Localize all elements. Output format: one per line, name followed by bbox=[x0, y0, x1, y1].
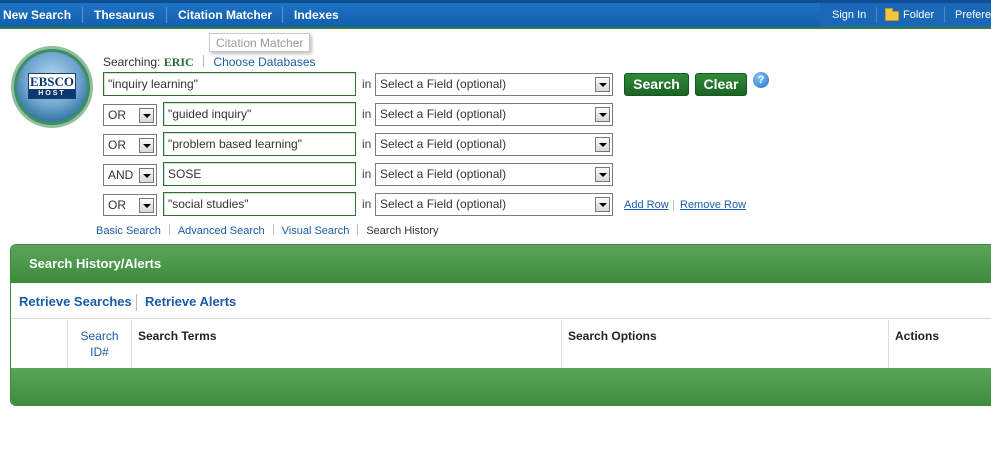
nav-divider bbox=[876, 7, 877, 23]
boolean-select-value: OR bbox=[108, 138, 126, 152]
divider bbox=[357, 224, 359, 235]
boolean-select-4[interactable]: AND bbox=[103, 164, 157, 186]
help-icon[interactable]: ? bbox=[753, 72, 769, 88]
nav-divider bbox=[82, 7, 83, 23]
ebscohost-logo[interactable]: EBSCO HOST bbox=[11, 46, 93, 128]
select-column-header bbox=[11, 320, 68, 368]
preferences-link[interactable]: Prefere bbox=[955, 3, 991, 27]
nav-thesaurus[interactable]: Thesaurus bbox=[94, 3, 155, 27]
remove-row-link[interactable]: Remove Row bbox=[680, 199, 746, 211]
in-label: in bbox=[362, 107, 372, 121]
chevron-down-icon[interactable] bbox=[595, 107, 610, 122]
history-table-header: Search ID# Search Terms Search Options A… bbox=[11, 320, 991, 368]
boolean-select-5[interactable]: OR bbox=[103, 194, 157, 216]
panel-footer bbox=[11, 368, 991, 405]
in-label: in bbox=[362, 77, 372, 91]
chevron-down-icon[interactable] bbox=[139, 168, 154, 183]
field-select-2[interactable]: Select a Field (optional) bbox=[375, 103, 613, 126]
retrieve-alerts-link[interactable]: Retrieve Alerts bbox=[145, 294, 236, 309]
divider bbox=[168, 224, 170, 235]
field-select-value: Select a Field (optional) bbox=[380, 197, 507, 211]
nav-new-search[interactable]: New Search bbox=[3, 3, 71, 27]
nav-divider bbox=[166, 7, 167, 23]
field-select-3[interactable]: Select a Field (optional) bbox=[375, 133, 613, 156]
tab-basic-search[interactable]: Basic Search bbox=[96, 225, 161, 237]
divider bbox=[272, 224, 274, 235]
citation-matcher-tooltip: Citation Matcher bbox=[209, 33, 311, 52]
search-term-input-2[interactable]: "guided inquiry" bbox=[163, 102, 356, 126]
folder-icon[interactable] bbox=[885, 8, 899, 21]
field-select-value: Select a Field (optional) bbox=[380, 107, 507, 121]
boolean-select-2[interactable]: OR bbox=[103, 104, 157, 126]
boolean-select-value: OR bbox=[108, 108, 126, 122]
clear-button[interactable]: Clear bbox=[695, 73, 747, 96]
chevron-down-icon[interactable] bbox=[139, 198, 154, 213]
search-id-column-header[interactable]: Search ID# bbox=[68, 320, 132, 368]
logo-plate: EBSCO HOST bbox=[28, 73, 76, 99]
history-actions-bar: Retrieve Searches Retrieve Alerts bbox=[11, 283, 991, 319]
searching-label: Searching: bbox=[103, 55, 161, 69]
searching-info: Searching: ERIC Choose Databases bbox=[103, 55, 316, 70]
chevron-down-icon[interactable] bbox=[595, 77, 610, 92]
database-name: ERIC bbox=[163, 55, 194, 69]
tab-visual-search[interactable]: Visual Search bbox=[282, 225, 350, 237]
search-mode-tabs: Basic Search Advanced Search Visual Search… bbox=[96, 224, 438, 237]
field-select-value: Select a Field (optional) bbox=[380, 77, 507, 91]
search-term-input-4[interactable]: SOSE bbox=[163, 162, 356, 186]
chevron-down-icon[interactable] bbox=[139, 108, 154, 123]
nav-citation-matcher[interactable]: Citation Matcher bbox=[178, 3, 272, 27]
tab-search-history[interactable]: Search History bbox=[366, 225, 438, 237]
field-select-1[interactable]: Select a Field (optional) bbox=[375, 73, 613, 96]
search-button[interactable]: Search bbox=[624, 73, 689, 96]
divider bbox=[136, 294, 137, 311]
actions-column-header: Actions bbox=[895, 329, 940, 343]
search-term-input-1[interactable]: "inquiry learning" bbox=[103, 72, 356, 96]
logo-text: EBSCO bbox=[29, 74, 75, 89]
chevron-down-icon[interactable] bbox=[595, 197, 610, 212]
chevron-down-icon[interactable] bbox=[595, 167, 610, 182]
search-options-column-header: Search Options bbox=[562, 320, 889, 368]
choose-databases-link[interactable]: Choose Databases bbox=[213, 55, 315, 69]
boolean-select-value: AND bbox=[108, 168, 134, 182]
sign-in-link[interactable]: Sign In bbox=[832, 3, 866, 27]
nav-divider bbox=[944, 7, 945, 23]
retrieve-searches-link[interactable]: Retrieve Searches bbox=[19, 294, 132, 309]
search-history-panel: Search History/Alerts Retrieve Searches … bbox=[10, 244, 991, 406]
in-label: in bbox=[362, 167, 372, 181]
chevron-down-icon[interactable] bbox=[595, 137, 610, 152]
field-select-value: Select a Field (optional) bbox=[380, 167, 507, 181]
in-label: in bbox=[362, 197, 372, 211]
panel-title: Search History/Alerts bbox=[11, 245, 991, 283]
nav-indexes[interactable]: Indexes bbox=[294, 3, 339, 27]
chevron-down-icon[interactable] bbox=[139, 138, 154, 153]
divider bbox=[203, 55, 205, 67]
boolean-select-value: OR bbox=[108, 198, 126, 212]
field-select-5[interactable]: Select a Field (optional) bbox=[375, 193, 613, 216]
search-term-input-3[interactable]: "problem based learning" bbox=[163, 132, 356, 156]
search-term-input-5[interactable]: "social studies" bbox=[163, 192, 356, 216]
add-row-link[interactable]: Add Row bbox=[624, 199, 669, 211]
nav-divider bbox=[282, 7, 283, 23]
logo-subtext: HOST bbox=[29, 89, 75, 98]
search-terms-column-header: Search Terms bbox=[132, 320, 562, 368]
in-label: in bbox=[362, 137, 372, 151]
top-nav-bar: New Search Thesaurus Citation Matcher In… bbox=[0, 0, 991, 29]
divider bbox=[673, 200, 674, 211]
field-select-value: Select a Field (optional) bbox=[380, 137, 507, 151]
boolean-select-3[interactable]: OR bbox=[103, 134, 157, 156]
field-select-4[interactable]: Select a Field (optional) bbox=[375, 163, 613, 186]
nav-account-area: Sign In Folder Prefere bbox=[820, 3, 991, 27]
folder-link[interactable]: Folder bbox=[903, 3, 934, 27]
tab-advanced-search[interactable]: Advanced Search bbox=[178, 225, 265, 237]
